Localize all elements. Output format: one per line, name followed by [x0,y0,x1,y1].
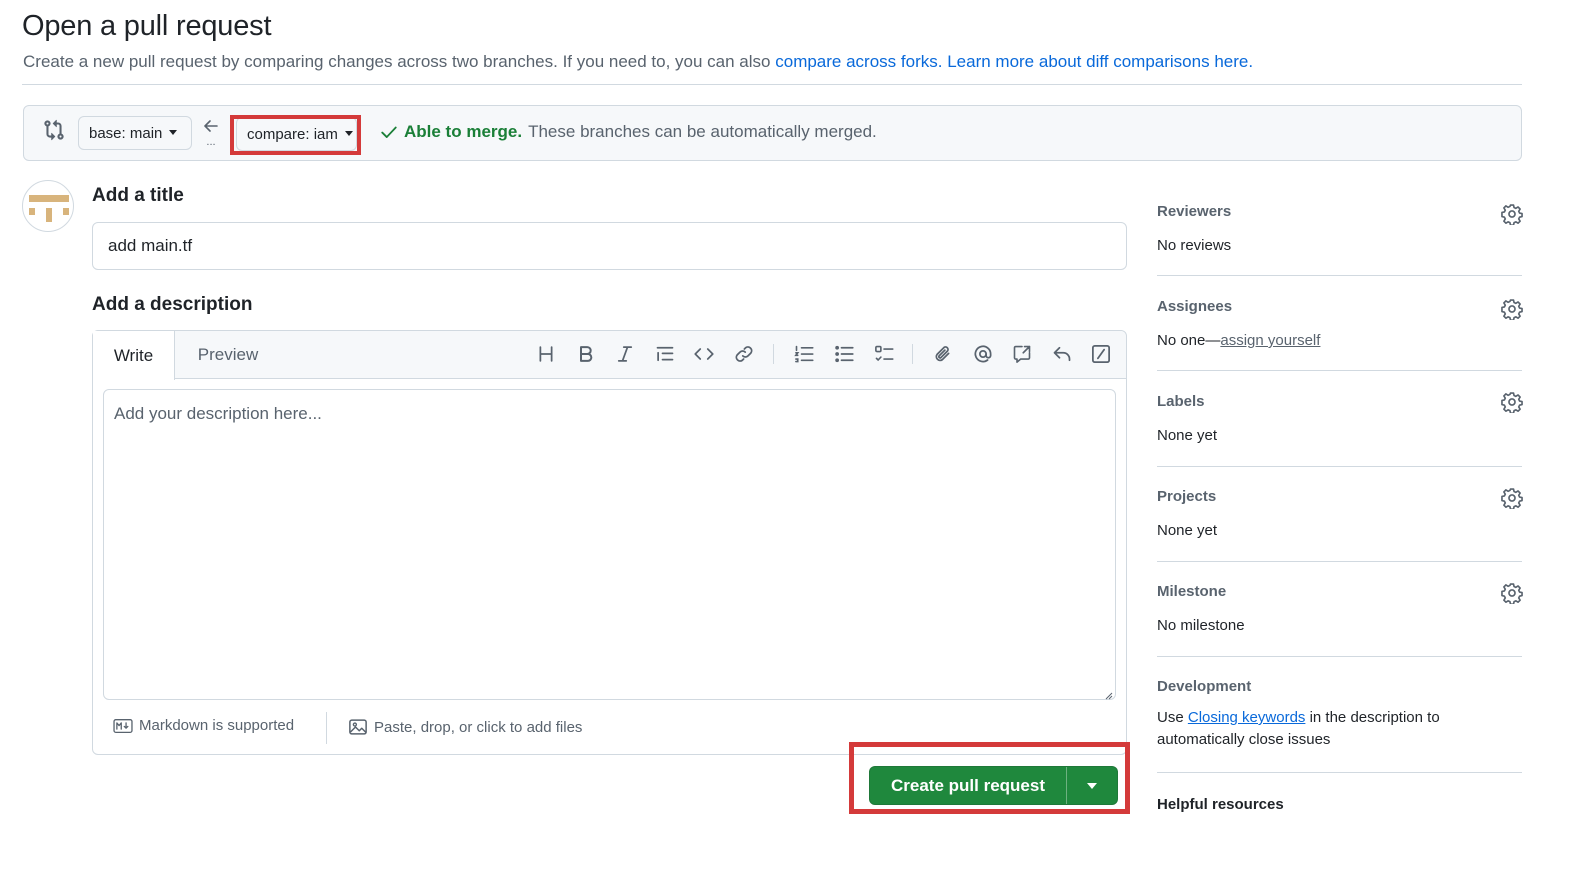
arrow-left-icon: ... [202,117,220,148]
projects-title[interactable]: Projects [1157,488,1522,505]
learn-more-link[interactable]: Learn more about diff comparisons here. [947,52,1253,71]
gear-icon[interactable] [1501,582,1523,605]
ordered-list-icon[interactable] [793,343,815,365]
sidebar-development: Development Use Closing keywords in the … [1157,678,1522,751]
toolbar-separator [912,344,913,364]
markdown-note-label: Markdown is supported [139,717,295,734]
mention-icon[interactable] [972,343,994,365]
base-branch-label: base: main [89,124,163,142]
milestone-title[interactable]: Milestone [1157,583,1522,600]
task-list-icon[interactable] [873,343,895,365]
assignees-title[interactable]: Assignees [1157,298,1522,315]
development-value: Use Closing keywords in the description … [1157,707,1477,751]
gear-icon[interactable] [1501,391,1523,414]
attach-icon[interactable] [932,343,954,365]
development-title: Development [1157,678,1252,695]
italic-icon[interactable] [614,343,636,365]
caret-down-icon [1087,782,1097,789]
description-label: Add a description [92,294,253,315]
code-icon[interactable] [693,343,715,365]
bold-icon[interactable] [575,343,597,365]
tab-write[interactable]: Write [93,331,175,380]
attach-files-note[interactable]: Paste, drop, or click to add files [348,717,582,737]
compare-forks-link[interactable]: compare across forks. [775,52,942,71]
title-input[interactable] [92,222,1127,270]
image-icon [349,719,367,735]
helpful-resources-title: Helpful resources [1157,796,1284,812]
reviewers-value: No reviews [1157,237,1232,254]
arrow-dots: ... [206,136,215,147]
labels-title[interactable]: Labels [1157,393,1522,410]
sidebar-divider [1157,466,1522,467]
toolbar-separator [773,344,774,364]
cross-reference-icon[interactable] [1011,343,1033,365]
tab-preview[interactable]: Preview [182,331,274,379]
milestone-value: No milestone [1157,617,1245,634]
sidebar-divider [1157,656,1522,657]
header-divider [22,84,1522,85]
markdown-note[interactable]: Markdown is supported [113,717,294,734]
markdown-icon [113,718,133,733]
heading-icon[interactable] [535,343,557,365]
subtitle-text: Create a new pull request by comparing c… [23,52,771,71]
attach-files-label: Paste, drop, or click to add files [374,718,583,736]
gear-icon[interactable] [1501,203,1523,226]
page-subtitle: Create a new pull request by comparing c… [23,52,1253,72]
title-label: Add a title [92,185,184,206]
sidebar-divider [1157,561,1522,562]
unordered-list-icon[interactable] [833,343,855,365]
gear-icon[interactable] [1501,487,1523,510]
merge-ok-label: Able to merge. [404,122,523,141]
reviewers-title[interactable]: Reviewers [1157,203,1522,220]
caret-down-icon [169,129,178,135]
resize-grip-icon[interactable] [1103,687,1113,700]
sidebar-helpful-resources: Helpful resources [1157,796,1522,812]
sidebar-milestone: Milestone No milestone [1157,583,1522,637]
create-pull-request-button[interactable]: Create pull request [869,766,1118,805]
quote-icon[interactable] [654,343,676,365]
create-pull-request-main[interactable]: Create pull request [870,767,1067,804]
sidebar-labels: Labels None yet [1157,393,1522,447]
merge-status-text: These branches can be automatically merg… [528,122,877,141]
check-icon [381,126,397,138]
sidebar-divider [1157,370,1522,371]
base-branch-button[interactable]: base: main [78,116,192,150]
link-icon[interactable] [733,343,755,365]
assign-yourself-link[interactable]: assign yourself [1220,332,1320,349]
slash-commands-icon[interactable] [1090,343,1112,365]
merge-status: Able to merge. These branches can be aut… [380,122,877,142]
sidebar-divider [1157,275,1522,276]
reply-icon[interactable] [1051,343,1073,365]
assignees-value: No one—assign yourself [1157,330,1522,352]
development-prefix: Use [1157,709,1184,726]
gear-icon[interactable] [1501,298,1523,321]
sidebar-projects: Projects None yet [1157,488,1522,542]
assignees-none: No one— [1157,332,1221,349]
sidebar-assignees: Assignees No one—assign yourself [1157,298,1522,352]
create-options-dropdown[interactable] [1067,767,1117,804]
highlight-box-compare [230,115,361,155]
git-compare-icon [43,119,65,141]
closing-keywords-link[interactable]: Closing keywords [1188,709,1306,726]
sidebar-divider [1157,772,1522,773]
footer-separator [326,712,327,744]
description-textarea[interactable] [103,389,1116,700]
page-title: Open a pull request [22,10,272,42]
labels-value: None yet [1157,427,1218,444]
avatar[interactable] [22,180,74,232]
projects-value: None yet [1157,522,1218,539]
sidebar-reviewers: Reviewers No reviews [1157,203,1522,257]
